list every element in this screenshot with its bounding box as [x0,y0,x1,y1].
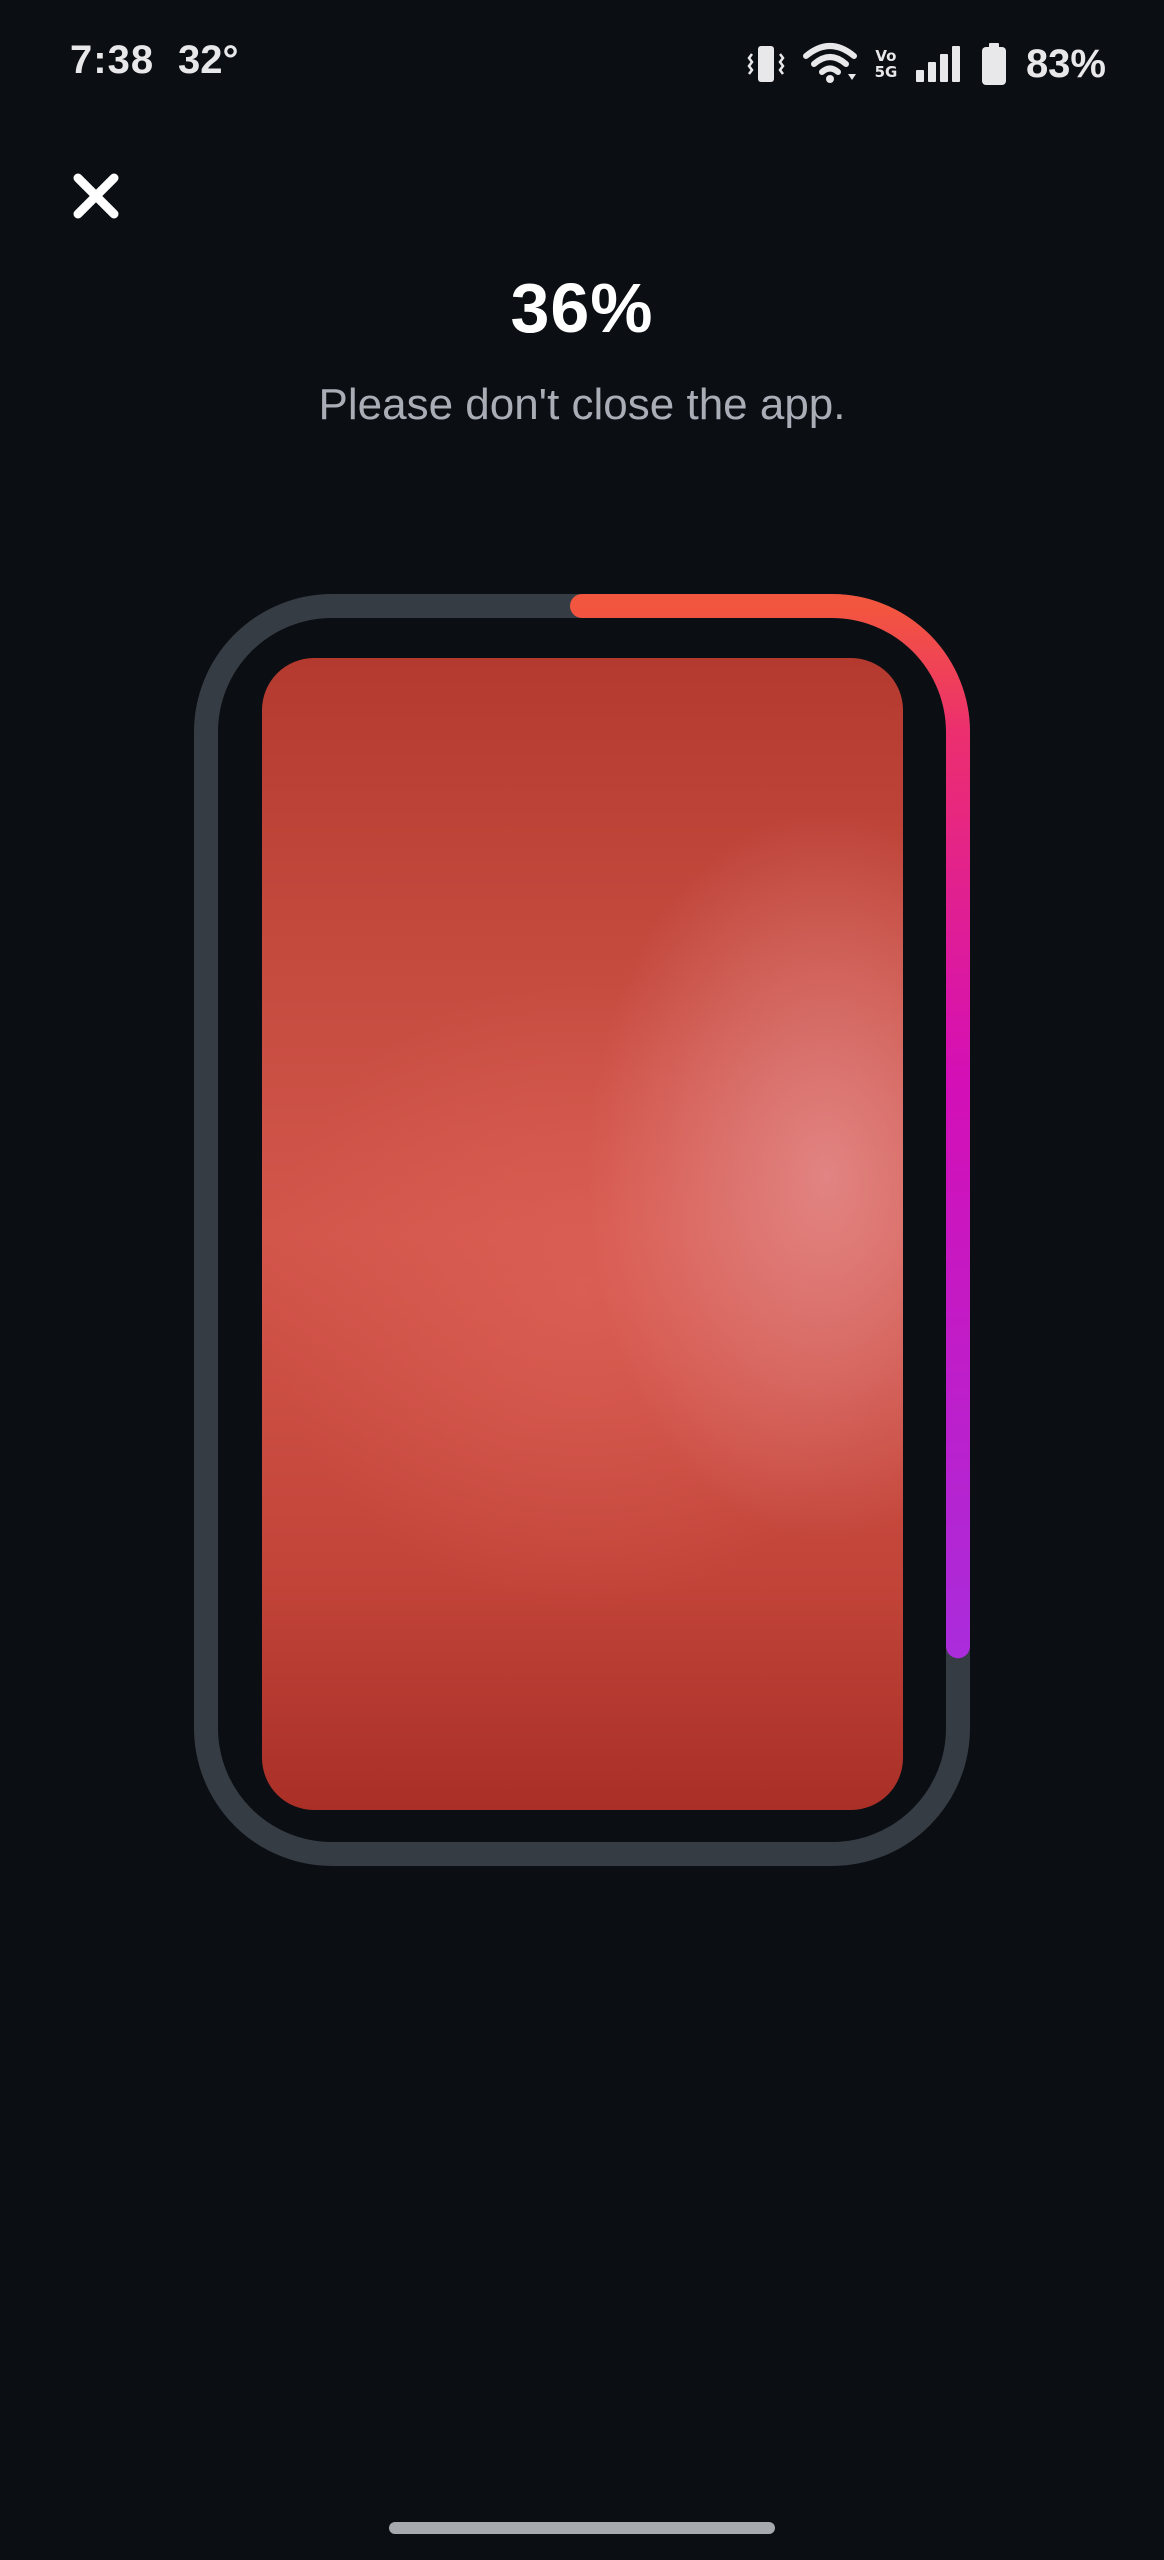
network-type: Vo 5G [874,47,898,81]
signal-icon [915,46,960,82]
close-button[interactable] [60,160,132,232]
home-indicator[interactable] [389,2522,775,2534]
vibrate-icon [747,46,785,82]
progress-percent: 36% [510,269,654,347]
status-temperature: 32° [178,38,239,82]
progress-message: Please don't close the app. [318,380,846,429]
wifi-icon [802,43,857,83]
camera-preview [262,658,903,1810]
battery-percent: 83% [1025,41,1106,86]
status-time: 7:38 [70,38,155,82]
close-icon [73,173,119,219]
status-icons: Vo 5G 83% [746,36,1106,92]
battery-icon [981,43,1006,85]
status-bar: 7:38 32° Vo 5G 83% [0,0,1164,130]
